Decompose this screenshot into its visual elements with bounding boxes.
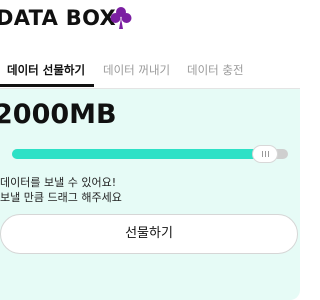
data-amount: 2000MB <box>0 99 117 130</box>
active-tab-indicator <box>0 84 94 87</box>
grip-line <box>262 151 263 157</box>
tab-charge-data[interactable]: 데이터 충전 <box>187 62 244 78</box>
tab-gift-data[interactable]: 데이터 선물하기 <box>7 62 85 78</box>
slider-handle[interactable] <box>252 145 278 163</box>
slider-fill <box>12 149 265 159</box>
brand-title: DATA BOX <box>0 6 117 30</box>
hint-line-1: 데이터를 보낼 수 있어요! <box>0 176 117 189</box>
send-gift-button[interactable]: 선물하기 <box>0 214 298 254</box>
clover-icon <box>110 7 132 29</box>
hint-line-2: 보낼 만큼 드래그 해주세요 <box>0 191 122 204</box>
tab-take-out-data[interactable]: 데이터 꺼내기 <box>103 62 170 78</box>
data-amount-slider[interactable] <box>6 145 298 163</box>
tab-bar: 데이터 선물하기 데이터 꺼내기 데이터 충전 <box>0 56 300 89</box>
grip-line <box>268 151 269 157</box>
app-header: DATA BOX <box>0 0 300 40</box>
grip-line <box>265 151 266 157</box>
